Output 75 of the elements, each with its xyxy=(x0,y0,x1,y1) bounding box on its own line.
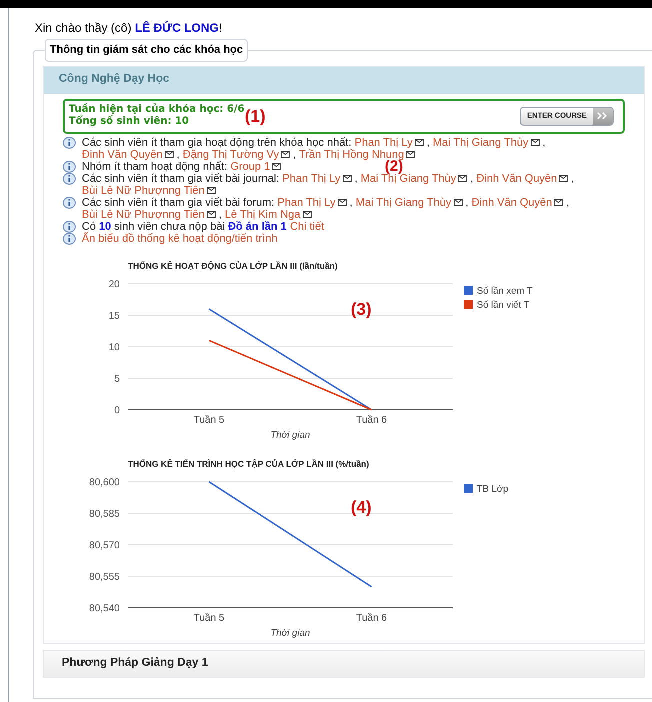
mail-icon[interactable] xyxy=(559,175,568,182)
course-panel-header[interactable]: Phương Pháp Giảng Dạy 1 xyxy=(43,650,645,678)
info-icon xyxy=(63,196,76,208)
mail-icon[interactable] xyxy=(406,151,416,158)
link[interactable]: Đặng Thị Tường Vy xyxy=(182,148,280,160)
axis-tick-label: Tuần 5 xyxy=(194,414,225,426)
mail-icon[interactable] xyxy=(454,199,463,206)
mail-icon[interactable] xyxy=(272,163,282,170)
callout-label: (3) xyxy=(351,300,372,318)
course-header: Công Nghệ Dạy Học xyxy=(44,66,644,94)
mail-icon[interactable] xyxy=(530,139,540,146)
axis-tick-label: 15 xyxy=(108,310,120,322)
double-chevron-icon xyxy=(597,112,609,120)
axis-tick-label: 80,570 xyxy=(89,540,120,551)
info-line: Nhóm ít tham hoạt động nhất: Group 1 xyxy=(82,160,282,172)
axis-tick-label: 0 xyxy=(114,405,120,416)
link[interactable]: Mai Thị Giang Thùy xyxy=(433,136,529,148)
greeting-punctuation: ! xyxy=(219,21,222,35)
mail-icon[interactable] xyxy=(414,139,424,146)
axis-tick-label: 80,555 xyxy=(89,572,120,582)
chart-title: THỐNG KÊ TIẾN TRÌNH HỌC TẬP CỦA LỚP LẦN III (%/tuần) xyxy=(128,458,370,468)
mail-icon[interactable] xyxy=(554,199,564,206)
link[interactable]: Mai Thị Giang Thùy xyxy=(356,196,452,208)
callout-label: (4) xyxy=(351,498,372,516)
mail-icon[interactable] xyxy=(302,211,312,218)
info-icon xyxy=(63,232,76,244)
link[interactable]: Bùi Lê Nữ Phượnng Tiên xyxy=(82,184,205,196)
mail-icon[interactable] xyxy=(164,151,174,158)
link[interactable]: Chi tiết xyxy=(290,220,324,232)
link[interactable]: Group 1 xyxy=(230,160,270,172)
mail-icon[interactable] xyxy=(206,211,216,218)
info-line: Có 10 sinh viên chưa nộp bài Đồ án lần 1 Chi tiết xyxy=(82,220,324,232)
mail-icon[interactable] xyxy=(206,187,216,194)
legend-label: Số lần xem T xyxy=(477,286,533,296)
info-icon xyxy=(63,220,76,232)
callout-label: (1) xyxy=(245,106,266,128)
mail-icon[interactable] xyxy=(338,199,347,206)
section-legend: Thông tin giám sát cho các khóa học xyxy=(45,39,248,62)
chart-title: THỐNG KÊ HOẠT ĐỘNG CỦA LỚP LẦN III (lần/tuần) xyxy=(128,260,338,270)
summary-line: Tổng số sinh viên: 10 xyxy=(69,116,190,128)
mail-icon[interactable] xyxy=(281,151,290,158)
info-icon xyxy=(63,136,76,148)
info-line: Các sinh viên ít tham gia viết bài forum: Phan Thị Ly , Mai Thị Giang Thùy , Đinh Văn Quyên , Bùi Lê Nữ Phượnng Tiên , Lê Thị Kim Nga xyxy=(82,196,571,220)
link[interactable]: Bùi Lê Nữ Phượnng Tiên xyxy=(82,208,205,220)
info-line: Các sinh viên ít tham gia hoạt động trên khóa học nhất: Phan Thị Ly , Mai Thị Giang Thùy , Đinh Văn Quyên , Đặng Thị Tường Vy , Trần Thị Hồng Nhung xyxy=(82,136,547,160)
axis-tick-label: 80,585 xyxy=(89,508,120,520)
greeting-text: Xin chào thầy (cô) xyxy=(35,21,133,35)
link[interactable]: Đinh Văn Quyên xyxy=(472,196,552,208)
link[interactable]: Đinh Văn Quyên xyxy=(82,148,163,160)
mail-icon[interactable] xyxy=(342,175,352,182)
axis-tick-label: Tuần 6 xyxy=(356,414,388,426)
link[interactable]: Ẩn biểu đồ thống kê hoạt động/tiến trình xyxy=(82,232,278,244)
teacher-name: LÊ ĐỨC LONG xyxy=(135,21,220,35)
axis-tick-label: 80,600 xyxy=(89,477,120,488)
link[interactable]: Trần Thị Hồng Nhung xyxy=(299,148,404,160)
link[interactable]: Phan Thị Ly xyxy=(278,196,336,208)
axis-title: Thời gian xyxy=(270,430,310,440)
axis-tick-label: Tuần 5 xyxy=(194,612,225,624)
link[interactable]: Lê Thị Kim Nga xyxy=(225,208,301,220)
info-icon xyxy=(63,160,76,172)
info-icon xyxy=(63,172,76,184)
axis-tick-label: Tuần 6 xyxy=(356,612,388,624)
link[interactable]: Đinh Văn Quyên xyxy=(476,172,558,184)
mail-icon[interactable] xyxy=(458,175,468,182)
axis-tick-label: 5 xyxy=(114,374,120,384)
legend-label: Số lần viết T xyxy=(477,300,530,310)
axis-tick-label: 20 xyxy=(108,279,120,290)
legend-label: TB Lớp xyxy=(477,484,509,494)
link[interactable]: Phan Thị Ly xyxy=(354,136,413,148)
axis-title: Thời gian xyxy=(270,628,310,638)
link[interactable]: Phan Thị Ly xyxy=(282,172,341,184)
summary-line: Tuần hiện tại của khóa học: 6/6 xyxy=(69,104,245,115)
axis-tick-label: 10 xyxy=(108,342,120,353)
callout-label: (2) xyxy=(385,160,404,172)
axis-tick-label: 80,540 xyxy=(89,603,120,614)
